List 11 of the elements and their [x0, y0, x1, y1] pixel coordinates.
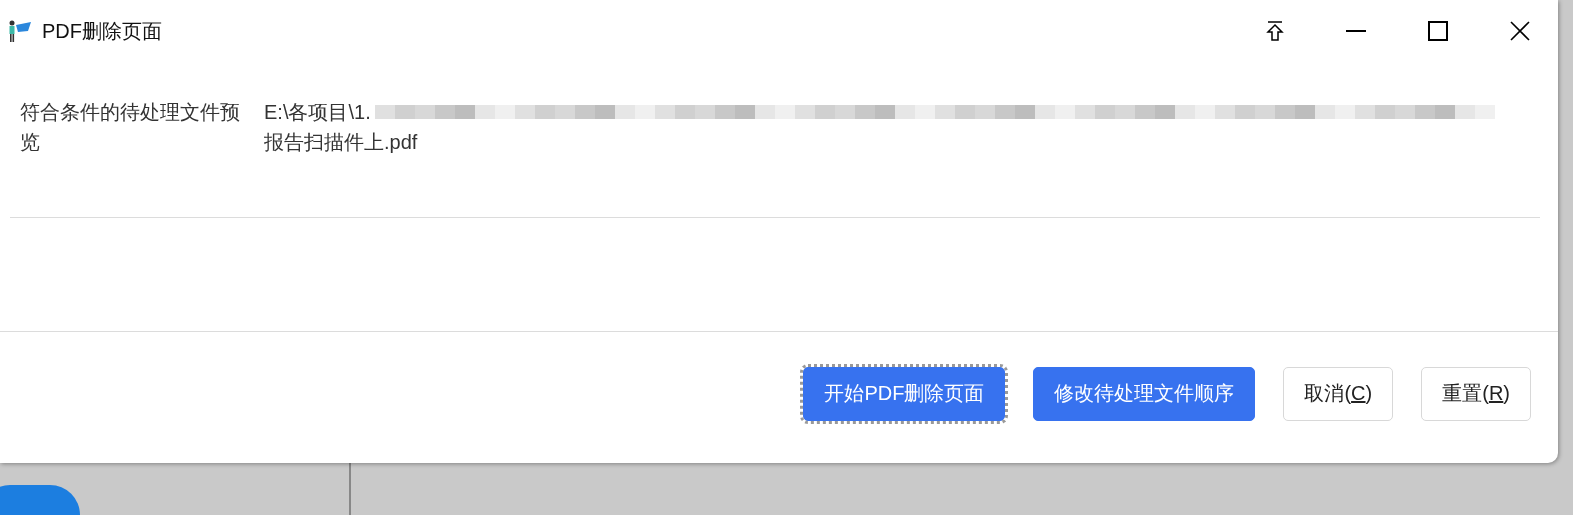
close-icon[interactable] — [1510, 21, 1530, 41]
pin-icon[interactable] — [1266, 20, 1284, 42]
window-title: PDF删除页面 — [42, 18, 162, 44]
action-button[interactable]: 开始PDF删除页面 — [803, 366, 1006, 421]
dialog-button[interactable]: 重置(R) — [1421, 366, 1531, 421]
maximize-icon[interactable] — [1428, 21, 1448, 41]
file-path: E:\各项目\1. — [264, 100, 371, 125]
dialog-button[interactable]: 取消(C) — [1283, 366, 1394, 421]
file-name: 报告扫描件上.pdf — [264, 130, 419, 155]
action-button[interactable]: 修改待处理文件顺序 — [1033, 366, 1256, 421]
preview-label: 符合条件的待处理文件预览 — [20, 100, 240, 155]
